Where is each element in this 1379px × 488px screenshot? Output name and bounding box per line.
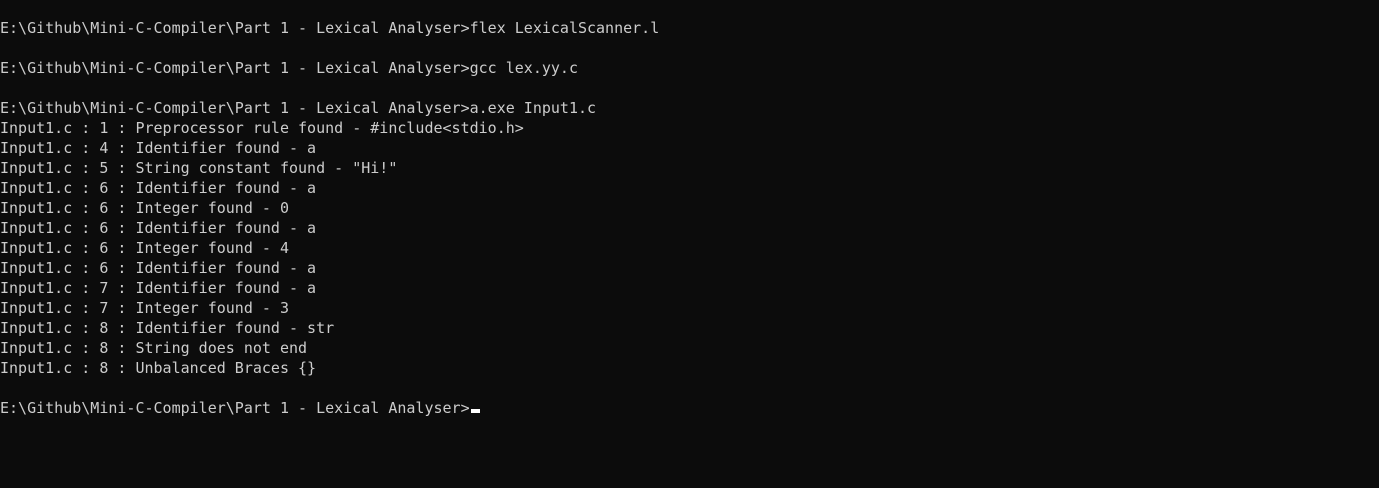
prompt-line[interactable]: E:\Github\Mini-C-Compiler\Part 1 - Lexic… bbox=[0, 398, 1379, 418]
terminal-window[interactable]: E:\Github\Mini-C-Compiler\Part 1 - Lexic… bbox=[0, 0, 1379, 488]
terminal-line: Input1.c : 5 : String constant found - "… bbox=[0, 159, 398, 177]
terminal-line: Input1.c : 6 : Identifier found - a bbox=[0, 259, 317, 277]
terminal-line: Input1.c : 1 : Preprocessor rule found -… bbox=[0, 119, 524, 137]
terminal-line: Input1.c : 6 : Identifier found - a bbox=[0, 219, 317, 237]
terminal-line: Input1.c : 6 : Integer found - 4 bbox=[0, 239, 289, 257]
terminal-line: E:\Github\Mini-C-Compiler\Part 1 - Lexic… bbox=[0, 99, 597, 117]
terminal-line: E:\Github\Mini-C-Compiler\Part 1 - Lexic… bbox=[0, 19, 660, 37]
text-cursor bbox=[470, 409, 480, 413]
terminal-line: Input1.c : 7 : Identifier found - a bbox=[0, 279, 317, 297]
prompt-text: E:\Github\Mini-C-Compiler\Part 1 - Lexic… bbox=[0, 399, 470, 417]
terminal-line: Input1.c : 4 : Identifier found - a bbox=[0, 139, 317, 157]
terminal-line: E:\Github\Mini-C-Compiler\Part 1 - Lexic… bbox=[0, 59, 578, 77]
terminal-line: Input1.c : 8 : Identifier found - str bbox=[0, 319, 335, 337]
terminal-line: Input1.c : 6 : Integer found - 0 bbox=[0, 199, 289, 217]
terminal-line: Input1.c : 8 : String does not end bbox=[0, 339, 308, 357]
terminal-line: Input1.c : 6 : Identifier found - a bbox=[0, 179, 317, 197]
terminal-line: Input1.c : 7 : Integer found - 3 bbox=[0, 299, 289, 317]
terminal-line: Input1.c : 8 : Unbalanced Braces {} bbox=[0, 359, 317, 377]
